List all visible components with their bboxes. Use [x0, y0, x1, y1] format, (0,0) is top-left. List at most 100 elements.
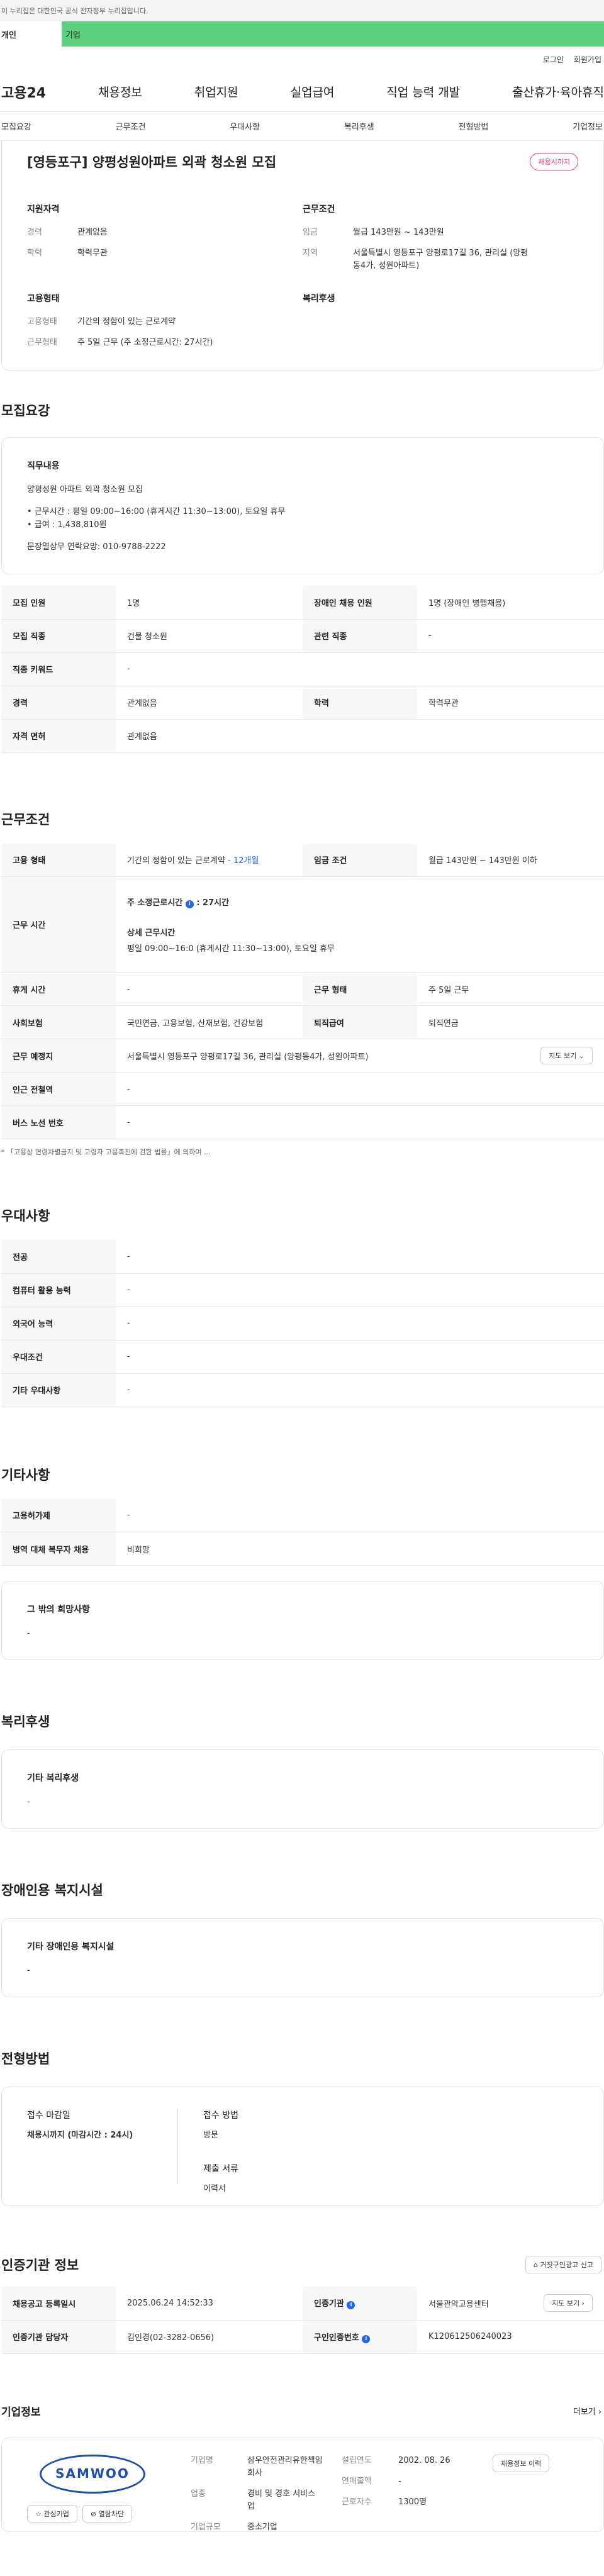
main-nav: 고용24 채용정보 취업지원 실업급여 직업 능력 개발 출산휴가·육아휴직	[0, 72, 604, 112]
site-logo[interactable]: 고용24	[1, 82, 46, 102]
desc-line: 양평성원 아파트 외곽 청소원 모집	[27, 485, 143, 494]
nav-item-unemployment[interactable]: 실업급여	[290, 83, 334, 100]
value: 학력무관	[417, 686, 604, 720]
label: 모집 직종	[1, 619, 116, 653]
info-icon[interactable]: i	[185, 900, 194, 908]
value: 중소기업	[247, 2522, 277, 2532]
value: 2025.06.24 14:52:33	[116, 2287, 303, 2321]
tab-conditions[interactable]: 근무조건	[116, 120, 146, 132]
member-type-bar: 개인 기업	[0, 21, 604, 47]
tab-personal[interactable]: 개인	[0, 21, 62, 47]
report-false-ad-button[interactable]: ⌂ 거짓구인광고 신고	[525, 2256, 601, 2273]
job-summary-card: [영등포구] 양평성원아파트 외곽 청소원 모집 채용시까지 지원자격 경력 관계…	[1, 141, 604, 371]
method-heading: 접수 방법	[203, 2110, 238, 2121]
label: 우대조건	[1, 1340, 116, 1374]
join-link[interactable]: 회원가입	[574, 54, 601, 65]
label: 구인인증번호	[314, 2333, 359, 2343]
label: 고용형태	[27, 317, 57, 326]
tab-recruit[interactable]: 모집요강	[1, 120, 31, 132]
value: -	[116, 652, 604, 686]
box-value: -	[27, 1966, 30, 1975]
label: 업종	[191, 2489, 206, 2499]
value: 서울특별시 영등포구 양평로17길 36, 관리실 (양평동4가, 성원아파트)	[127, 1052, 369, 1062]
welfare-heading: 복리후생	[303, 294, 335, 304]
qualification-heading: 지원자격	[27, 204, 60, 215]
value: 1명	[116, 586, 303, 620]
tab-company-info[interactable]: 기업정보	[573, 120, 603, 132]
legal-note: * 「고용상 연령차별금지 및 고령자 고용촉진에 관한 법률」에 의하여 ..…	[1, 1148, 211, 1156]
deadline-heading: 접수 마감일	[27, 2110, 70, 2121]
nav-item-training[interactable]: 직업 능력 개발	[386, 83, 460, 100]
home-icon: ⌂	[534, 2261, 539, 2269]
weekly-hours-label: 주 소정근로시간	[127, 898, 183, 908]
label: 사회보험	[1, 1005, 116, 1039]
company-logo: SAMWOO	[27, 2454, 145, 2494]
label: 경력	[27, 228, 42, 237]
label: 기타 우대사항	[1, 1373, 116, 1407]
block-company-button[interactable]: ⊘ 열람차단	[82, 2504, 133, 2523]
value: K120612506240023	[417, 2320, 604, 2354]
value: -	[116, 1307, 604, 1341]
desc-line: • 급여 : 1,438,810원	[27, 520, 107, 530]
hiring-history-button[interactable]: 채용정보 이력	[493, 2454, 550, 2472]
employment-heading: 고용형태	[27, 294, 60, 304]
info-icon[interactable]: i	[362, 2334, 371, 2343]
label: 고용 형태	[1, 843, 116, 877]
label: 임금	[303, 228, 318, 237]
job-description-box: 직무내용 양평성원 아파트 외곽 청소원 모집 • 근무시간 : 평일 09:0…	[1, 437, 604, 574]
label: 고용허가제	[1, 1498, 116, 1532]
etc-heading: 기타사항	[1, 1467, 50, 1483]
label: 경력	[1, 686, 116, 720]
util-links: 로그인 회원가입	[0, 47, 604, 72]
label: 휴게 시간	[1, 972, 116, 1006]
value: 삼우안전관리유한책임회사	[247, 2455, 323, 2478]
nav-item-employment-support[interactable]: 취업지원	[194, 83, 238, 100]
value: 관계없음	[77, 228, 108, 237]
deadline-value: 채용시까지 (마감시간 : 24시)	[27, 2131, 133, 2140]
value: -	[417, 619, 604, 653]
cert-heading: 인증기관 정보	[1, 2258, 79, 2273]
label: 기업명	[191, 2455, 213, 2465]
label: 컴퓨터 활용 능력	[1, 1273, 116, 1307]
label: 학력	[27, 248, 42, 258]
tab-process[interactable]: 전형방법	[459, 120, 489, 132]
gov-banner: 이 누리집은 대한민국 공식 전자정부 누리집입니다.	[0, 0, 604, 21]
label: 장애인 채용 인원	[303, 586, 417, 620]
value: -	[116, 1240, 604, 1274]
label: 인근 전철역	[1, 1072, 116, 1106]
recruit-heading: 모집요강	[1, 403, 50, 418]
label: 인증기관 담당자	[1, 2320, 116, 2354]
label: 외국어 능력	[1, 1307, 116, 1341]
value: 기간의 정함이 있는 근로계약 -	[127, 856, 233, 866]
map-button[interactable]: 지도 보기 ⌄	[540, 1047, 593, 1064]
section-tabs: 모집요강 근무조건 우대사항 복리후생 전형방법 기업정보	[0, 112, 604, 141]
tab-welfare[interactable]: 복리후생	[344, 120, 374, 132]
job-title: [영등포구] 양평성원아파트 외곽 청소원 모집	[27, 155, 277, 170]
value: -	[398, 2476, 401, 2486]
value: 1300명	[398, 2497, 427, 2507]
docs-value: 이력서	[203, 2184, 226, 2194]
value: 국민연금, 고용보험, 산재보험, 건강보험	[116, 1005, 303, 1039]
info-icon[interactable]: i	[347, 2301, 355, 2310]
nav-item-leave[interactable]: 출산휴가·육아휴직	[512, 83, 604, 100]
value: 주 5일 근무 (주 소정근로시간: 27시간)	[77, 338, 213, 347]
label: 근로자수	[342, 2497, 372, 2507]
other-wishes-box: 그 밖의 희망사항 -	[1, 1581, 604, 1660]
nav-item-jobs[interactable]: 채용정보	[98, 83, 142, 100]
value: 주 5일 근무	[417, 972, 604, 1006]
company-more-link[interactable]: 더보기 ›	[573, 2405, 601, 2417]
recruit-table: 모집 인원 1명 장애인 채용 인원 1명 (장애인 병행채용) 모집 직종 건물 청소…	[1, 586, 604, 753]
value: 퇴직연금	[417, 1005, 604, 1039]
value: -	[116, 1273, 604, 1307]
value: 김인경(02-3282-0656)	[116, 2320, 303, 2354]
box-heading: 기타 장애인용 복지시설	[27, 1942, 115, 1952]
company-card: SAMWOO ☆ 관심기업 ⊘ 열람차단 기업명 삼우안전관리유한책임회사 업종 경…	[1, 2437, 604, 2532]
preference-table: 전공 - 컴퓨터 활용 능력 - 외국어 능력 - 우대조건 - 기타 우대사항 -	[1, 1240, 604, 1407]
login-link[interactable]: 로그인	[543, 54, 564, 65]
tab-company[interactable]: 기업	[62, 28, 81, 40]
tab-preference[interactable]: 우대사항	[230, 120, 260, 132]
favorite-company-button[interactable]: ☆ 관심기업	[27, 2504, 77, 2523]
value: 학력무관	[77, 248, 108, 258]
org-map-button[interactable]: 지도 보기 ›	[544, 2294, 593, 2312]
process-heading: 전형방법	[1, 2051, 50, 2066]
